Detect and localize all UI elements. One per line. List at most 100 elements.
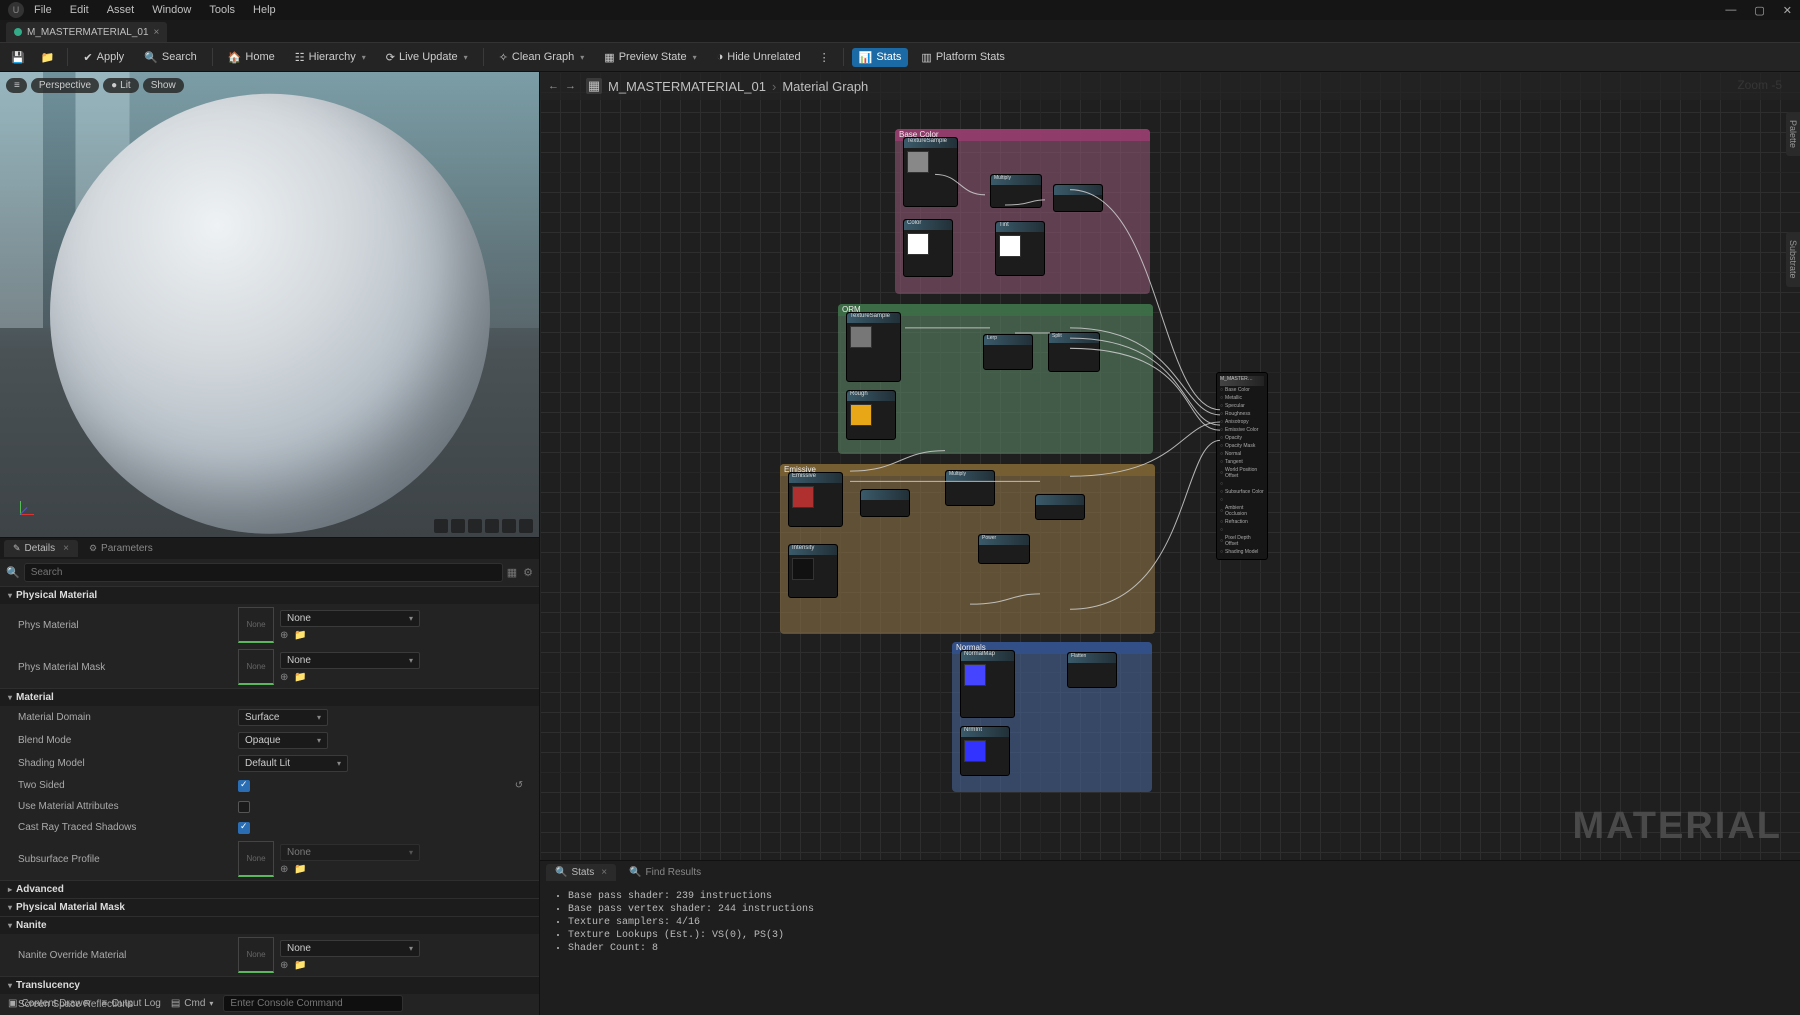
category-physical-material-mask[interactable]: Physical Material Mask	[0, 898, 539, 916]
palette-tab[interactable]: Palette	[1786, 112, 1800, 156]
category-advanced[interactable]: Advanced	[0, 880, 539, 898]
use-selected-icon[interactable]: ⊕	[280, 960, 288, 971]
scalar-param-node[interactable]: Intensity	[788, 544, 838, 598]
use-selected-icon[interactable]: ⊕	[280, 864, 288, 875]
search-button[interactable]: 🔍Search	[137, 48, 204, 67]
menu-help[interactable]: Help	[253, 4, 276, 16]
substrate-tab[interactable]: Substrate	[1786, 232, 1800, 287]
category-nanite[interactable]: Nanite	[0, 916, 539, 934]
output-log-button[interactable]: ≡Output Log	[101, 998, 160, 1009]
asset-thumbnail[interactable]: None	[238, 937, 274, 973]
material-output-node[interactable]: M_MASTER… Base ColorMetallicSpecularRoug…	[1216, 372, 1268, 560]
output-pin[interactable]: Metallic	[1220, 394, 1264, 402]
menu-tools[interactable]: Tools	[209, 4, 235, 16]
maximize-icon[interactable]: ▢	[1754, 4, 1764, 17]
nanite-override-dropdown[interactable]: None	[280, 940, 420, 957]
filter-icon[interactable]: ▦	[507, 566, 517, 579]
menu-edit[interactable]: Edit	[70, 4, 89, 16]
browse-to-icon[interactable]: 📁	[294, 960, 306, 971]
apply-button[interactable]: ✔Apply	[76, 48, 131, 67]
output-pin[interactable]: Base Color	[1220, 386, 1264, 394]
home-button[interactable]: 🏠Home	[221, 48, 282, 67]
output-pin[interactable]: Subsurface Color	[1220, 488, 1264, 496]
texture-sample-node[interactable]: NormalMap	[960, 650, 1015, 718]
material-domain-dropdown[interactable]: Surface	[238, 709, 328, 726]
shading-model-dropdown[interactable]: Default Lit	[238, 755, 348, 772]
console-command-input[interactable]	[223, 995, 403, 1012]
output-pin[interactable]: Anisotropy	[1220, 418, 1264, 426]
document-tab[interactable]: M_MASTERMATERIAL_01 ×	[6, 22, 167, 42]
reset-to-default-icon[interactable]: ↺	[509, 780, 529, 791]
menu-window[interactable]: Window	[152, 4, 191, 16]
scalar-param-node[interactable]: NrmInt	[960, 726, 1010, 776]
minimize-icon[interactable]: —	[1725, 4, 1736, 17]
tab-details[interactable]: Details×	[4, 540, 78, 557]
close-tab-icon[interactable]: ×	[601, 867, 607, 878]
subsurface-profile-dropdown[interactable]: None	[280, 844, 420, 861]
asset-thumbnail[interactable]: None	[238, 841, 274, 877]
close-icon[interactable]: ✕	[1783, 4, 1792, 17]
preview-state-button[interactable]: ▦Preview State	[597, 48, 703, 67]
graph-back-button[interactable]: ←	[548, 80, 559, 92]
hide-unrelated-options[interactable]: ⋮	[814, 48, 835, 67]
vector-param-node[interactable]: Tint	[995, 221, 1045, 276]
graph-forward-button[interactable]: →	[565, 80, 576, 92]
multiply-node[interactable]: Multiply	[945, 470, 995, 506]
material-graph[interactable]: ← → ▦ M_MASTERMATERIAL_01 › Material Gra…	[540, 72, 1800, 860]
content-drawer-button[interactable]: ▣Content Drawer	[8, 998, 91, 1009]
output-pin[interactable]: Refraction	[1220, 518, 1264, 526]
viewport-lit-button[interactable]: ●Lit	[103, 78, 139, 93]
details-search-input[interactable]	[24, 563, 503, 582]
output-pin[interactable]: Opacity Mask	[1220, 442, 1264, 450]
texture-sample-node[interactable]: TextureSample	[903, 137, 958, 207]
scalar-param-node[interactable]: Rough	[846, 390, 896, 440]
multiply-node[interactable]: Lerp	[983, 334, 1033, 370]
output-pin[interactable]: Tangent	[1220, 458, 1264, 466]
clean-graph-button[interactable]: ✧Clean Graph	[492, 48, 592, 67]
shape-custom-button[interactable]	[502, 519, 516, 533]
browse-button[interactable]: 📁	[36, 48, 60, 67]
shape-cube-button[interactable]	[485, 519, 499, 533]
shape-cylinder-button[interactable]	[434, 519, 448, 533]
asset-thumbnail[interactable]: None	[238, 649, 274, 685]
group-orm[interactable]: ORM TextureSample Lerp Split Rough	[838, 304, 1153, 454]
use-material-attributes-checkbox[interactable]	[238, 801, 250, 813]
output-pin[interactable]: Roughness	[1220, 410, 1264, 418]
hide-unrelated-button[interactable]: ◑Hide Unrelated	[710, 48, 808, 66]
category-material[interactable]: Material	[0, 688, 539, 706]
browse-to-icon[interactable]: 📁	[294, 864, 306, 875]
output-pin[interactable]: Specular	[1220, 402, 1264, 410]
texture-sample-node[interactable]: TextureSample	[846, 312, 901, 382]
power-node[interactable]: Power	[978, 534, 1030, 564]
phys-material-mask-dropdown[interactable]: None	[280, 652, 420, 669]
material-viewport[interactable]: ≡ Perspective ●Lit Show	[0, 72, 539, 537]
group-normals[interactable]: Normals NormalMap Flatten NrmInt	[952, 642, 1152, 792]
close-tab-icon[interactable]: ×	[154, 27, 160, 38]
output-pin[interactable]	[1220, 480, 1264, 488]
group-base-color[interactable]: Base Color TextureSample Multiply Color …	[895, 129, 1150, 294]
output-pin[interactable]	[1220, 526, 1264, 534]
category-physical-material[interactable]: Physical Material	[0, 586, 539, 604]
viewport-menu-button[interactable]: ≡	[6, 78, 27, 93]
breadcrumb-asset[interactable]: M_MASTERMATERIAL_01	[608, 79, 766, 94]
save-button[interactable]: 💾	[6, 48, 30, 67]
shape-plane-button[interactable]	[468, 519, 482, 533]
category-translucency[interactable]: Translucency	[0, 976, 539, 994]
reroute-node[interactable]	[1053, 184, 1103, 212]
asset-thumbnail[interactable]: None	[238, 607, 274, 643]
tab-parameters[interactable]: Parameters	[80, 540, 162, 557]
two-sided-checkbox[interactable]	[238, 780, 250, 792]
output-pin[interactable]: Shading Model	[1220, 548, 1264, 556]
browse-to-icon[interactable]: 📁	[294, 672, 306, 683]
details-panel[interactable]: Physical Material Phys Material None Non…	[0, 586, 539, 1015]
close-tab-icon[interactable]: ×	[63, 543, 69, 554]
cmd-button[interactable]: ▤Cmd▾	[171, 998, 214, 1009]
output-pin[interactable]	[1220, 496, 1264, 504]
use-selected-icon[interactable]: ⊕	[280, 672, 288, 683]
tab-find-results[interactable]: 🔍Find Results	[620, 864, 710, 881]
output-pin[interactable]: Emissive Color	[1220, 426, 1264, 434]
reroute-node[interactable]	[860, 489, 910, 517]
menu-file[interactable]: File	[34, 4, 52, 16]
vector-param-node[interactable]: Color	[903, 219, 953, 277]
menu-asset[interactable]: Asset	[107, 4, 135, 16]
